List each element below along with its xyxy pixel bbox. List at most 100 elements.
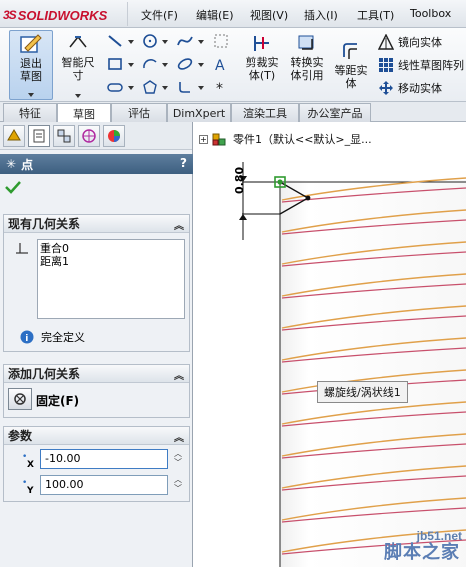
- add-relations-header[interactable]: 添加几何关系 ︽: [4, 365, 189, 383]
- line-tool[interactable]: [106, 32, 124, 50]
- add-relations-group: 添加几何关系 ︽ 固定(F): [3, 364, 190, 418]
- solidworks-logo: 3S SOLIDWORKS: [3, 5, 107, 25]
- exit-sketch-icon: [17, 31, 45, 57]
- trim-icon: [248, 30, 276, 56]
- existing-relations-header[interactable]: 现有几何关系 ︽: [4, 215, 189, 233]
- graphics-area[interactable]: + 零件1（默认<<默认>_显... 0.80 螺旋线/涡状线1 jb51.ne…: [194, 122, 466, 567]
- fixed-relation-label[interactable]: 固定(F): [36, 392, 79, 409]
- convert-entities-button[interactable]: 转换实体引用: [286, 30, 328, 100]
- ds-logo-mark: 3S: [3, 8, 17, 22]
- dimension-arrow: [239, 214, 247, 220]
- existing-relations-title: 现有几何关系: [8, 217, 81, 231]
- parameters-group: 参数 ︽ • X -10.00 ︿ ﹀ • Y 100.00 ︿ ﹀: [3, 426, 190, 502]
- chevron-down-icon[interactable]: [198, 40, 204, 44]
- offset-entities-button[interactable]: 等距实体: [332, 38, 370, 108]
- tab-sketch[interactable]: 草图: [57, 103, 111, 123]
- ok-button[interactable]: [5, 180, 21, 197]
- dimxpert-tab[interactable]: [78, 124, 100, 147]
- relation-item[interactable]: 重合0: [40, 242, 182, 255]
- svg-text:*: *: [216, 81, 223, 95]
- menu-edit[interactable]: 编辑(E): [196, 7, 234, 23]
- menu-file[interactable]: 文件(F): [141, 7, 178, 23]
- trim-entities-button[interactable]: 剪裁实体(T): [240, 30, 284, 100]
- exit-sketch-button[interactable]: 退出草图: [9, 30, 53, 100]
- relation-item[interactable]: 距离1: [40, 255, 182, 268]
- convert-icon: [293, 30, 321, 56]
- chevron-down-icon[interactable]: [128, 63, 134, 67]
- text-tool[interactable]: A: [212, 55, 230, 73]
- property-manager-title: ✳ 点 ?: [0, 154, 193, 174]
- trim-label: 剪裁实体(T): [245, 56, 279, 82]
- mirror-entities-button[interactable]: 镜向实体: [377, 33, 442, 51]
- arc-tool[interactable]: [141, 55, 159, 73]
- spline-tool[interactable]: [176, 32, 194, 50]
- smart-dimension-button[interactable]: 智能尺寸: [58, 30, 98, 100]
- panel-tab-strip: [0, 122, 192, 150]
- property-manager-panel: ✳ 点 ? 现有几何关系 ︽ 重合0 距离1 i 完全定义 添加几何关系 ︽ 固…: [0, 122, 193, 567]
- construction-geometry-icon[interactable]: [212, 32, 230, 50]
- collapse-icon[interactable]: ︽: [174, 217, 184, 232]
- help-button[interactable]: ?: [180, 156, 187, 170]
- feature-tree-tab[interactable]: [3, 124, 25, 147]
- y-spinner[interactable]: ︿ ﹀: [172, 475, 184, 495]
- linear-pattern-button[interactable]: 线性草图阵列: [377, 56, 464, 74]
- move-icon: [377, 79, 395, 97]
- tab-office-products[interactable]: 办公室产品: [299, 103, 371, 122]
- configuration-tab[interactable]: [53, 124, 75, 147]
- info-icon: i: [20, 330, 34, 344]
- tab-dimxpert[interactable]: DimXpert: [167, 103, 231, 122]
- appearance-tab[interactable]: [103, 124, 125, 147]
- menu-bar: 3S SOLIDWORKS 文件(F) 编辑(E) 视图(V) 插入(I) 工具…: [0, 0, 466, 28]
- polygon-tool[interactable]: [141, 78, 159, 96]
- chevron-down-icon[interactable]: [162, 63, 168, 67]
- anchor-icon: [14, 393, 26, 405]
- svg-text:A: A: [215, 58, 225, 72]
- menu-tools[interactable]: 工具(T): [357, 7, 394, 23]
- entity-tooltip: 螺旋线/涡状线1: [317, 381, 408, 403]
- dimension-value[interactable]: 0.80: [233, 167, 246, 194]
- linear-pattern-icon: [377, 56, 395, 74]
- exit-sketch-label: 退出草图: [20, 57, 42, 83]
- collapse-icon[interactable]: ︽: [174, 429, 184, 444]
- chevron-down-icon[interactable]: [198, 63, 204, 67]
- linear-pattern-label: 线性草图阵列: [398, 59, 464, 72]
- menu-view[interactable]: 视图(V): [250, 7, 288, 23]
- tab-render-tools[interactable]: 渲染工具: [231, 103, 299, 122]
- collapse-icon[interactable]: ︽: [174, 367, 184, 382]
- move-entities-button[interactable]: 移动实体: [377, 79, 442, 97]
- chevron-down-icon[interactable]: [128, 40, 134, 44]
- menu-toolbox[interactable]: Toolbox: [410, 7, 451, 20]
- rectangle-tool[interactable]: [106, 55, 124, 73]
- chevron-down-icon: [28, 93, 34, 97]
- relations-list[interactable]: 重合0 距离1: [37, 239, 185, 319]
- property-manager-tab[interactable]: [28, 124, 50, 147]
- chevron-down-icon[interactable]: [128, 86, 134, 90]
- sketch-point: [305, 195, 311, 201]
- checkmark-icon: [5, 181, 21, 194]
- ellipse-tool[interactable]: [176, 55, 194, 73]
- add-relations-title: 添加几何关系: [8, 367, 81, 381]
- circle-tool[interactable]: [141, 32, 159, 50]
- menu-insert[interactable]: 插入(I): [304, 7, 338, 23]
- slot-tool[interactable]: [106, 78, 124, 96]
- fillet-tool[interactable]: [176, 78, 194, 96]
- chevron-down-icon[interactable]: [162, 86, 168, 90]
- point-tool-icon[interactable]: *: [212, 78, 230, 96]
- chevron-down-icon[interactable]: [198, 86, 204, 90]
- x-spinner[interactable]: ︿ ﹀: [172, 449, 184, 469]
- tab-evaluate[interactable]: 评估: [111, 103, 167, 122]
- fixed-relation-button[interactable]: [8, 388, 32, 410]
- offset-icon: [337, 38, 365, 64]
- x-coordinate-input[interactable]: -10.00: [40, 449, 168, 469]
- parameters-header[interactable]: 参数 ︽: [4, 427, 189, 445]
- y-axis-icon: • Y: [22, 478, 34, 496]
- chevron-down-icon[interactable]: [162, 40, 168, 44]
- x-axis-icon: • X: [22, 452, 34, 470]
- y-coordinate-input[interactable]: 100.00: [40, 475, 168, 495]
- tab-features[interactable]: 特征: [3, 103, 57, 122]
- watermark-text: 脚本之家: [384, 542, 460, 563]
- command-manager-ribbon: 退出草图 智能尺寸 A * 剪裁实体(T) 转换实体引用 等距实体 镜向实体 线…: [0, 28, 466, 102]
- command-manager-tabs: 特征 草图 评估 DimXpert 渲染工具 办公室产品: [0, 102, 466, 123]
- smart-dimension-icon: [64, 30, 92, 56]
- smart-dimension-label: 智能尺寸: [61, 56, 95, 82]
